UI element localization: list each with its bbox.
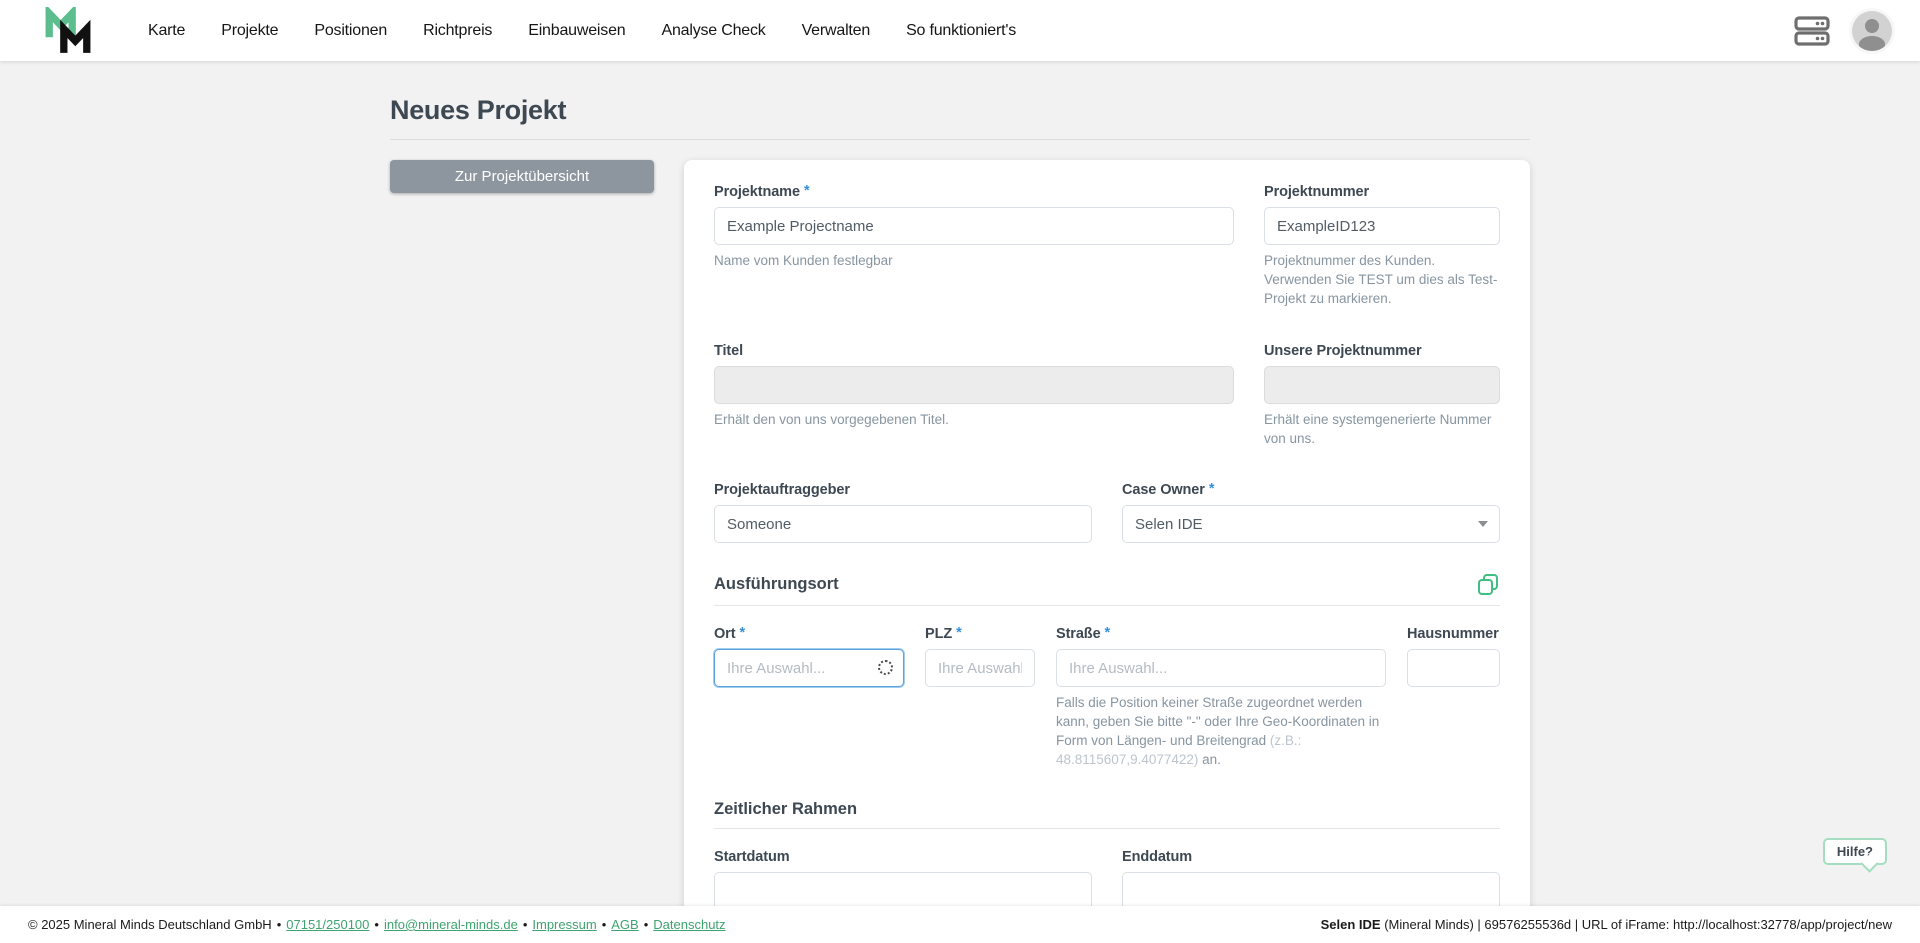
strasse-input[interactable]: [1056, 649, 1386, 688]
nav-item-einbauweisen[interactable]: Einbauweisen: [528, 22, 625, 40]
projektauftraggeber-label: Projektauftraggeber: [714, 482, 850, 499]
projektnummer-label: Projektnummer: [1264, 184, 1370, 200]
nav-item-richtpreis[interactable]: Richtpreis: [423, 22, 492, 40]
agb-link[interactable]: AGB: [611, 917, 638, 932]
hilfe-button[interactable]: Hilfe?: [1822, 838, 1887, 865]
projektname-label: Projektname *: [714, 183, 810, 200]
avatar-body-icon: [1859, 35, 1885, 51]
required-marker: *: [956, 625, 962, 642]
projektnummer-input[interactable]: [1264, 207, 1500, 245]
titel-input: [714, 365, 1234, 404]
zeitlicher-rahmen-section-title: Zeitlicher Rahmen: [714, 800, 858, 819]
user-avatar[interactable]: [1852, 10, 1892, 51]
title-divider: [390, 139, 1530, 140]
projektname-help: Name vom Kunden festlegbar: [714, 253, 893, 268]
nav-item-positionen[interactable]: Positionen: [314, 22, 387, 40]
main-content: Neues Projekt Zur Projektübersicht Proje…: [390, 61, 1530, 943]
nav-item-so-funktionierts[interactable]: So funktioniert's: [906, 22, 1016, 40]
titel-help: Erhält den von uns vorgegebenen Titel.: [714, 411, 949, 427]
titel-label: Titel: [714, 342, 744, 359]
ort-label: Ort *: [714, 625, 745, 643]
page-title: Neues Projekt: [390, 95, 567, 125]
case-owner-selected-value: Selen IDE: [1135, 515, 1203, 533]
top-navbar: Karte Projekte Positionen Richtpreis Ein…: [0, 0, 1920, 61]
projektnummer-help: Projektnummer des Kunden. Verwenden Sie …: [1264, 253, 1498, 306]
projektauftraggeber-input[interactable]: [714, 505, 1092, 544]
ausfuehrungsort-section-title: Ausführungsort: [714, 575, 839, 594]
plz-label: PLZ *: [925, 625, 962, 643]
nav-item-analyse-check[interactable]: Analyse Check: [661, 22, 765, 40]
section-divider: [714, 605, 1500, 607]
unsere-projektnummer-help: Erhält eine systemgenerierte Nummer von …: [1264, 411, 1492, 446]
required-marker: *: [739, 625, 745, 642]
plz-input[interactable]: [925, 649, 1035, 688]
startdatum-label: Startdatum: [714, 849, 790, 866]
section-divider: [714, 828, 1500, 830]
unsere-projektnummer-input: [1264, 365, 1500, 404]
enddatum-input[interactable]: [1122, 872, 1500, 911]
case-owner-label: Case Owner *: [1122, 481, 1215, 499]
nav-item-verwalten[interactable]: Verwalten: [802, 22, 871, 40]
zur-projektuebersicht-button[interactable]: Zur Projektübersicht: [390, 160, 654, 193]
copy-icon[interactable]: [1477, 573, 1500, 596]
datenschutz-link[interactable]: Datenschutz: [653, 917, 725, 932]
impressum-link[interactable]: Impressum: [532, 917, 596, 932]
startdatum-input[interactable]: [714, 872, 1092, 911]
email-link[interactable]: info@mineral-minds.de: [384, 917, 518, 932]
session-info: Selen IDE (Mineral Minds) | 69576255536d…: [1320, 917, 1892, 932]
required-marker: *: [1208, 481, 1215, 498]
enddatum-label: Enddatum: [1122, 849, 1193, 866]
hausnummer-label: Hausnummer: [1407, 626, 1499, 643]
hausnummer-input[interactable]: [1407, 649, 1500, 688]
page-footer: © 2025 Mineral Minds Deutschland GmbH • …: [0, 906, 1920, 943]
nav-item-karte[interactable]: Karte: [148, 22, 185, 40]
main-navigation: Karte Projekte Positionen Richtpreis Ein…: [148, 22, 1016, 40]
copyright-text: © 2025 Mineral Minds Deutschland GmbH: [28, 917, 272, 932]
case-owner-select[interactable]: Selen IDE: [1122, 505, 1500, 544]
ort-input[interactable]: [714, 649, 904, 688]
unsere-projektnummer-label: Unsere Projektnummer: [1264, 342, 1422, 359]
required-marker: *: [803, 183, 810, 199]
chevron-down-icon: [1478, 521, 1488, 528]
server-icon[interactable]: [1794, 15, 1830, 46]
mineral-minds-logo-icon[interactable]: [44, 6, 92, 55]
strasse-help: Falls die Position keiner Straße zugeord…: [1056, 695, 1380, 768]
phone-link[interactable]: 07151/250100: [286, 917, 369, 932]
strasse-label: Straße *: [1056, 625, 1111, 643]
avatar-head-icon: [1865, 18, 1879, 33]
required-marker: *: [1104, 625, 1111, 642]
project-form-card: Projektname* Name vom Kunden festlegbar …: [684, 160, 1530, 943]
nav-item-projekte[interactable]: Projekte: [221, 22, 278, 40]
projektname-input[interactable]: [714, 207, 1234, 245]
